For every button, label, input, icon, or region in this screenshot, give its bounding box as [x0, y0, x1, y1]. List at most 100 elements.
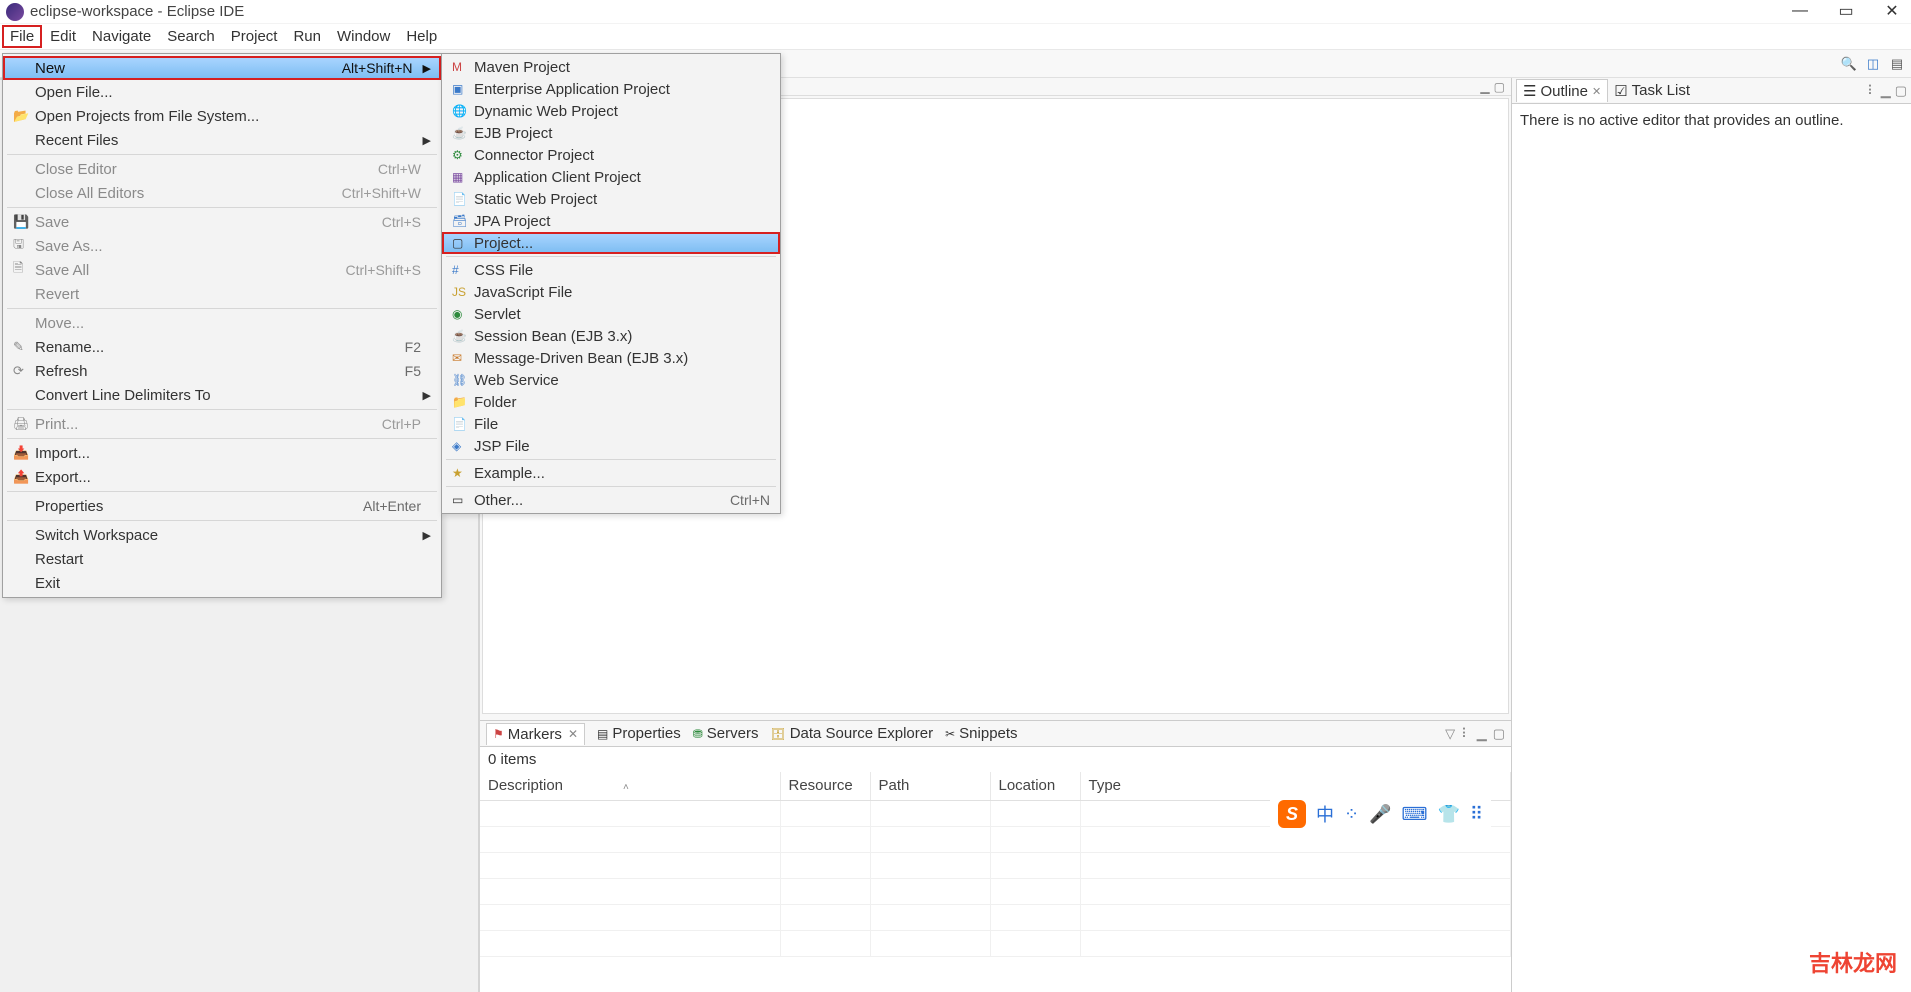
maximize-view-icon[interactable]: ▢: [1494, 80, 1505, 94]
filter-icon[interactable]: ▽: [1445, 726, 1455, 742]
tab-task-list[interactable]: ☑Task List: [1608, 80, 1696, 102]
col-resource[interactable]: Resource: [780, 772, 870, 800]
new-session-bean[interactable]: ☕Session Bean (EJB 3.x): [442, 325, 780, 347]
maximize-view-icon[interactable]: ▢: [1493, 726, 1505, 742]
file-menu-export[interactable]: 📤 Export...: [3, 465, 441, 489]
file-menu-save-all[interactable]: 🗎 Save All Ctrl+Shift+S: [3, 258, 441, 282]
close-icon[interactable]: ✕: [568, 727, 578, 741]
new-web-service[interactable]: ⛓Web Service: [442, 369, 780, 391]
file-menu-switch-workspace[interactable]: Switch Workspace ▶: [3, 523, 441, 547]
maximize-view-icon[interactable]: ▢: [1895, 83, 1907, 99]
tab-snippets[interactable]: ✂Snippets: [945, 725, 1017, 742]
sort-asc-icon: ˄: [623, 782, 629, 793]
new-jpa-project[interactable]: 🗃JPA Project: [442, 210, 780, 232]
file-menu-exit[interactable]: Exit: [3, 571, 441, 595]
new-appclient-project[interactable]: ▦Application Client Project: [442, 166, 780, 188]
menu-label: Static Web Project: [474, 191, 770, 208]
file-menu-import[interactable]: 📥 Import...: [3, 441, 441, 465]
export-icon: 📤: [13, 469, 35, 485]
minimize-view-icon[interactable]: ▁: [1480, 80, 1489, 94]
menu-run[interactable]: Run: [285, 25, 329, 48]
save-icon: 💾: [13, 214, 35, 230]
sogou-logo-icon[interactable]: S: [1278, 800, 1306, 828]
tab-datasource[interactable]: 🗄Data Source Explorer: [770, 725, 933, 742]
close-icon[interactable]: ✕: [1592, 85, 1601, 98]
connector-icon: ⚙: [452, 148, 474, 162]
new-static-web-project[interactable]: 📄Static Web Project: [442, 188, 780, 210]
file-menu-close-editor[interactable]: Close Editor Ctrl+W: [3, 157, 441, 181]
menu-label: Close All Editors: [35, 185, 342, 202]
menu-shortcut: Ctrl+W: [378, 161, 421, 177]
new-mdb[interactable]: ✉Message-Driven Bean (EJB 3.x): [442, 347, 780, 369]
menu-help[interactable]: Help: [398, 25, 445, 48]
file-menu-print[interactable]: 🖨 Print... Ctrl+P: [3, 412, 441, 436]
file-menu-revert[interactable]: Revert: [3, 282, 441, 306]
file-menu-close-all[interactable]: Close All Editors Ctrl+Shift+W: [3, 181, 441, 205]
menu-label: Import...: [35, 445, 431, 462]
new-example[interactable]: ★Example...: [442, 462, 780, 484]
file-menu-restart[interactable]: Restart: [3, 547, 441, 571]
file-menu-save[interactable]: 💾 Save Ctrl+S: [3, 210, 441, 234]
menu-project[interactable]: Project: [223, 25, 286, 48]
file-menu-open-file[interactable]: Open File...: [3, 80, 441, 104]
col-location[interactable]: Location: [990, 772, 1080, 800]
view-menu-icon[interactable]: ⠇: [1461, 726, 1471, 742]
new-folder[interactable]: 📁Folder: [442, 391, 780, 413]
eclipse-logo-icon: [6, 3, 24, 21]
minimize-view-icon[interactable]: ▁: [1477, 726, 1487, 742]
tab-servers[interactable]: ⛃Servers: [693, 725, 759, 742]
menu-file[interactable]: File: [2, 25, 42, 48]
new-maven-project[interactable]: МMaven Project: [442, 56, 780, 78]
tab-properties[interactable]: ▤Properties: [597, 725, 681, 742]
quick-access-icon[interactable]: 🔍: [1839, 54, 1859, 74]
menu-search[interactable]: Search: [159, 25, 223, 48]
file-menu-save-as[interactable]: 🖫 Save As...: [3, 234, 441, 258]
file-menu-rename[interactable]: ✎ Rename... F2: [3, 335, 441, 359]
file-menu-recent-files[interactable]: Recent Files ▶: [3, 128, 441, 152]
menu-separator: [7, 308, 437, 309]
ime-toolbar[interactable]: S 中 ⁘ 🎤 ⌨ 👕 ⠿: [1270, 796, 1491, 832]
new-ejb-project[interactable]: ☕EJB Project: [442, 122, 780, 144]
file-menu-refresh[interactable]: ⟳ Refresh F5: [3, 359, 441, 383]
ime-voice-icon[interactable]: 🎤: [1369, 804, 1391, 825]
file-menu-new[interactable]: New Alt+Shift+N ▶: [3, 56, 441, 80]
ime-punct-icon[interactable]: ⁘: [1344, 804, 1359, 825]
minimize-button[interactable]: —: [1791, 2, 1809, 20]
close-button[interactable]: ✕: [1883, 2, 1901, 20]
menu-window[interactable]: Window: [329, 25, 398, 48]
menu-shortcut: F2: [405, 339, 421, 355]
maximize-button[interactable]: ▭: [1837, 2, 1855, 20]
minimize-view-icon[interactable]: ▁: [1881, 83, 1891, 99]
new-servlet[interactable]: ◉Servlet: [442, 303, 780, 325]
new-connector-project[interactable]: ⚙Connector Project: [442, 144, 780, 166]
new-dynamic-web-project[interactable]: 🌐Dynamic Web Project: [442, 100, 780, 122]
perspective-open-icon[interactable]: ▤: [1887, 54, 1907, 74]
file-menu-line-delim[interactable]: Convert Line Delimiters To ▶: [3, 383, 441, 407]
menu-bar: File Edit Navigate Search Project Run Wi…: [0, 24, 1911, 50]
tab-markers[interactable]: ⚑Markers✕: [486, 723, 585, 745]
ime-skin-icon[interactable]: 👕: [1438, 804, 1460, 825]
menu-navigate[interactable]: Navigate: [84, 25, 159, 48]
file-menu-move[interactable]: Move...: [3, 311, 441, 335]
col-path[interactable]: Path: [870, 772, 990, 800]
new-project[interactable]: ▢Project...: [442, 232, 780, 254]
menu-separator: [7, 491, 437, 492]
menu-shortcut: Ctrl+Shift+S: [346, 262, 421, 278]
menu-edit[interactable]: Edit: [42, 25, 84, 48]
new-ear-project[interactable]: ▣Enterprise Application Project: [442, 78, 780, 100]
view-menu-icon[interactable]: ⠇: [1867, 83, 1877, 99]
file-menu-properties[interactable]: Properties Alt+Enter: [3, 494, 441, 518]
ws-icon: ⛓: [452, 373, 474, 387]
new-file[interactable]: 📄File: [442, 413, 780, 435]
ime-menu-icon[interactable]: ⠿: [1470, 804, 1483, 825]
file-menu-open-projects[interactable]: 📂 Open Projects from File System...: [3, 104, 441, 128]
ime-lang-icon[interactable]: 中: [1316, 801, 1334, 827]
perspective-javaee-icon[interactable]: ◫: [1863, 54, 1883, 74]
new-css-file[interactable]: #CSS File: [442, 259, 780, 281]
new-other[interactable]: ▭Other...Ctrl+N: [442, 489, 780, 511]
tab-outline[interactable]: ☰Outline✕: [1516, 79, 1608, 102]
new-js-file[interactable]: JSJavaScript File: [442, 281, 780, 303]
col-description[interactable]: Description˄: [480, 772, 780, 800]
new-jsp-file[interactable]: ◈JSP File: [442, 435, 780, 457]
ime-keyboard-icon[interactable]: ⌨: [1402, 804, 1428, 825]
